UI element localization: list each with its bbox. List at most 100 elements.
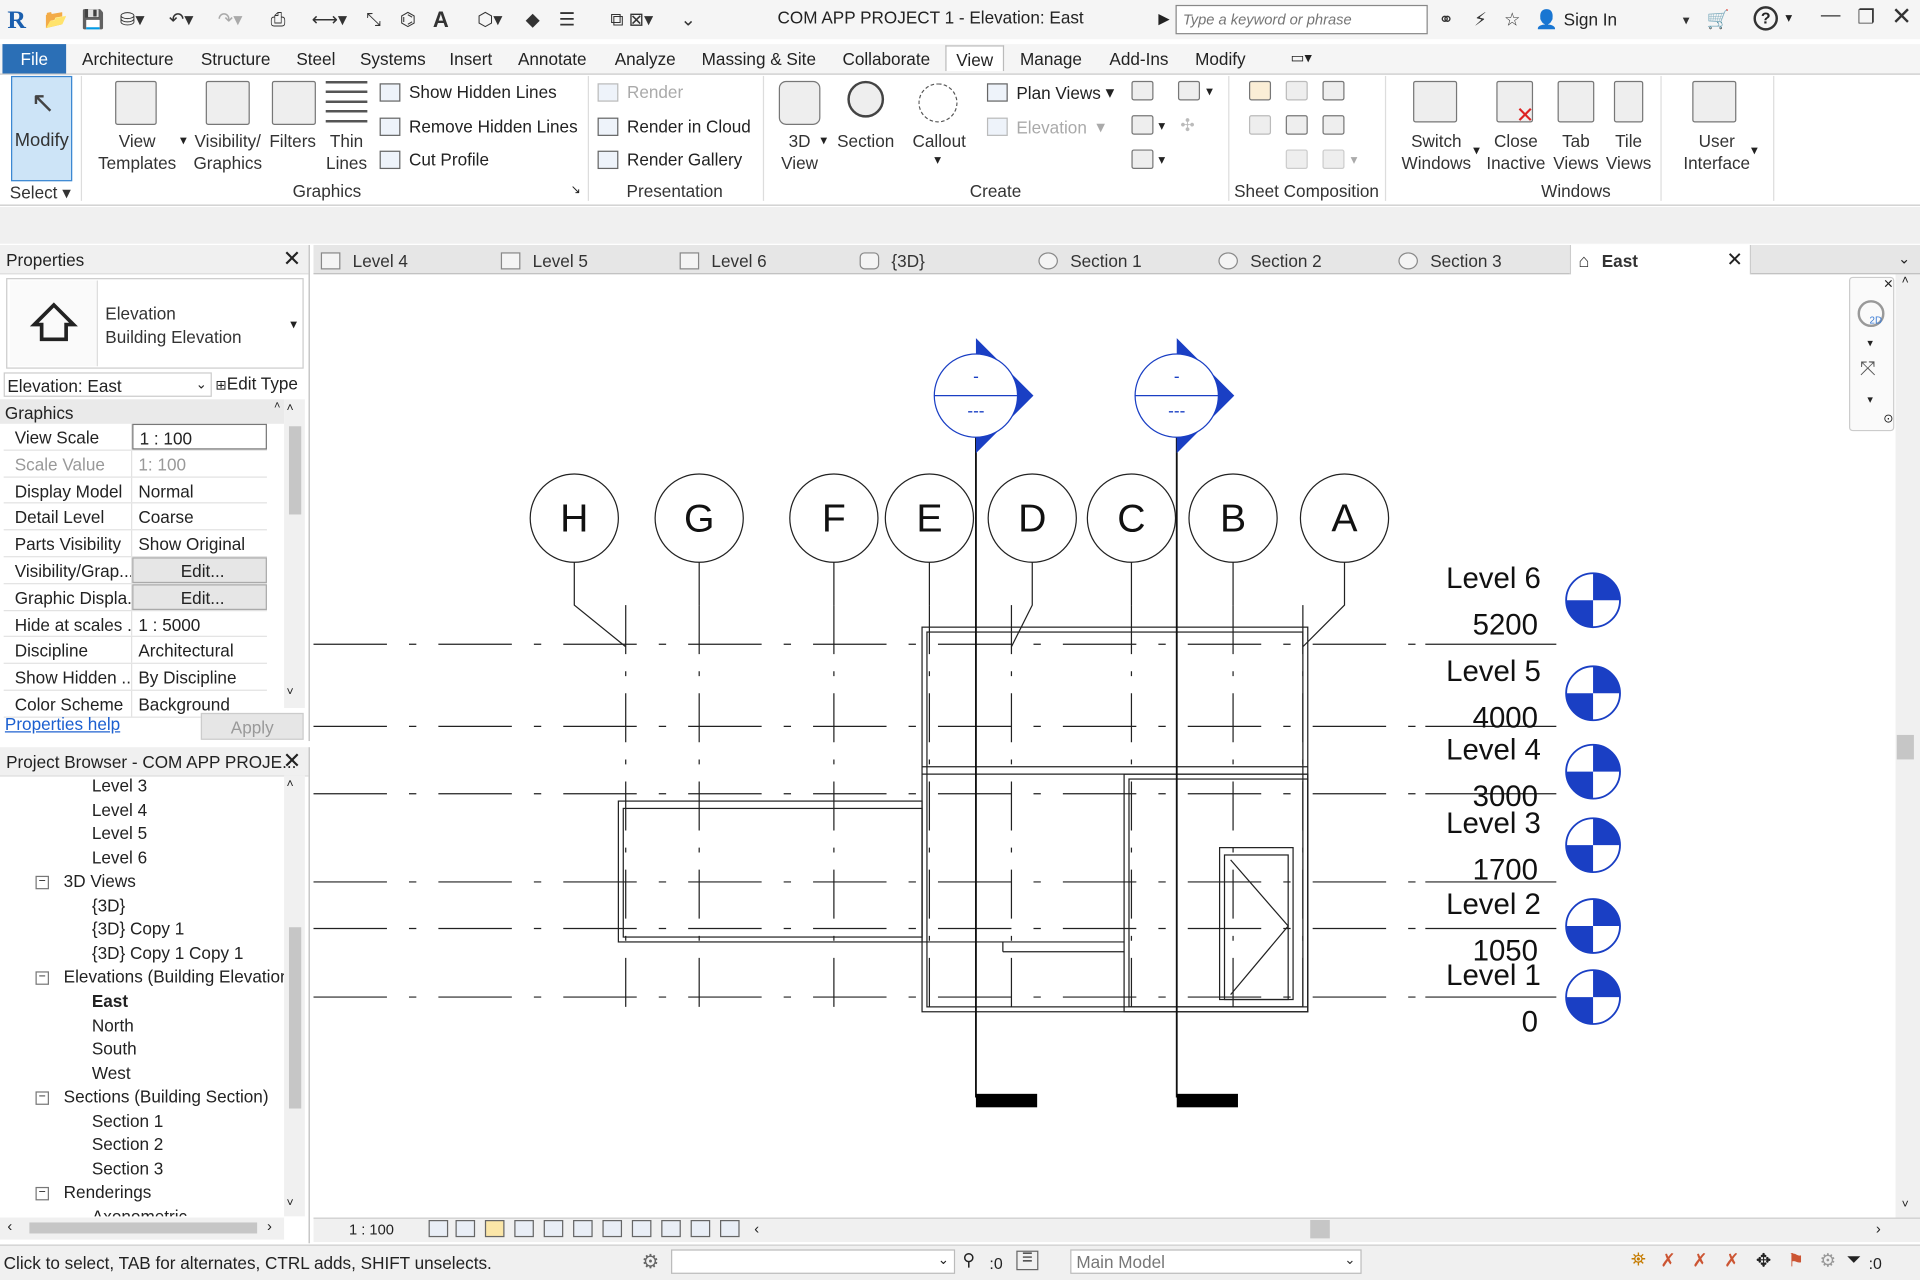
property-row[interactable]: Show Hidden ... By Discipline xyxy=(3,664,267,691)
worksharing-icon[interactable] xyxy=(690,1220,711,1238)
tree-item[interactable]: Section 1 xyxy=(92,1111,163,1131)
property-value[interactable]: 1 : 5000 xyxy=(132,611,267,636)
chevron-down-icon[interactable]: ▾ xyxy=(1206,83,1213,100)
menu-systems[interactable]: Systems xyxy=(355,48,431,74)
star-icon[interactable]: ☆ xyxy=(1499,6,1526,33)
open-icon[interactable]: 📂 xyxy=(44,6,68,33)
scroll-down-icon[interactable]: ˅ xyxy=(287,1197,294,1210)
scroll-down-icon[interactable]: ˅ xyxy=(287,686,294,699)
scroll-thumb[interactable] xyxy=(29,1222,258,1234)
close-tab-icon[interactable]: ✕ xyxy=(1727,247,1743,271)
property-value[interactable]: 1 : 100 xyxy=(132,423,267,450)
drag-elements-icon[interactable]: ✥ xyxy=(1756,1249,1771,1272)
scroll-right-icon[interactable]: › xyxy=(1876,1220,1881,1237)
menu-manage[interactable]: Manage xyxy=(1015,48,1087,74)
chevron-down-icon[interactable]: ▾ xyxy=(1867,337,1873,350)
property-row[interactable]: View Scale 1 : 100 xyxy=(3,423,267,451)
menu-annotate[interactable]: Annotate xyxy=(513,48,591,74)
render-gallery-button[interactable]: Render Gallery xyxy=(597,149,742,169)
editable-only-icon[interactable]: ⚲ xyxy=(962,1249,975,1270)
chevron-down-icon[interactable]: ▾ xyxy=(1678,6,1695,33)
redo-icon[interactable]: ↷▾ xyxy=(212,6,249,33)
render-button[interactable]: Render xyxy=(597,82,683,102)
edit-type-button[interactable]: ⊞Edit Type xyxy=(216,374,298,394)
tree-item[interactable]: West xyxy=(92,1063,131,1083)
canvas-vscroll[interactable]: ˄ ˅ xyxy=(1895,274,1920,1218)
crop-view-icon[interactable] xyxy=(543,1220,564,1238)
chevron-down-icon[interactable]: ▾ xyxy=(1351,152,1358,168)
menu-add-ins[interactable]: Add-Ins xyxy=(1104,48,1173,74)
scroll-up-icon[interactable]: ˄ xyxy=(287,402,294,415)
property-row[interactable]: Display Model Normal xyxy=(3,477,267,504)
cart-icon[interactable]: 🛒 xyxy=(1705,6,1732,33)
analytical-icon[interactable] xyxy=(720,1220,740,1238)
tab-level-6[interactable]: Level 6 xyxy=(679,247,767,274)
tree-group[interactable]: 3D Views xyxy=(64,871,136,891)
sync-icon[interactable]: ⛁▾ xyxy=(115,6,149,33)
property-value[interactable]: Show Original xyxy=(132,531,267,556)
properties-scrollbar[interactable]: ˄ ˅ xyxy=(284,399,305,708)
sheet-icon[interactable] xyxy=(1248,80,1272,101)
measure-icon[interactable]: ⟷▾ xyxy=(309,6,351,33)
tab-3d[interactable]: {3D} xyxy=(859,247,925,274)
tree-item[interactable]: North xyxy=(92,1015,134,1035)
dialog-launcher-icon[interactable]: ↘ xyxy=(571,184,581,197)
tab-east[interactable]: ⌂ East xyxy=(1578,247,1638,274)
tree-group[interactable]: Renderings xyxy=(64,1182,152,1202)
cut-profile-button[interactable]: Cut Profile xyxy=(379,149,489,169)
menu-massing-site[interactable]: Massing & Site xyxy=(697,48,821,74)
restore-icon[interactable]: ❐ xyxy=(1848,5,1885,29)
save-icon[interactable]: 💾 xyxy=(81,6,105,33)
select-pinned-icon[interactable]: ✗ xyxy=(1692,1249,1707,1272)
detail-level-icon[interactable] xyxy=(428,1220,449,1238)
tab-menu-icon[interactable]: ⌄ xyxy=(1898,250,1910,267)
options-icon[interactable]: ⊙ xyxy=(1883,413,1893,426)
property-value[interactable]: 1: 100 xyxy=(132,451,267,476)
elevation-button[interactable]: Elevation ▾ xyxy=(986,116,1105,137)
plan-views-button[interactable]: Plan Views ▾ xyxy=(986,82,1114,103)
tab-section-3[interactable]: Section 3 xyxy=(1398,247,1502,274)
filters-button[interactable]: Filters xyxy=(264,130,320,152)
property-value[interactable]: Normal xyxy=(132,477,267,502)
thin-lines-button[interactable]: Thin Lines xyxy=(321,130,372,174)
select-underlay-icon[interactable]: ✗ xyxy=(1660,1249,1675,1272)
app-logo[interactable]: R xyxy=(7,5,31,34)
edit-button[interactable]: Edit... xyxy=(132,557,267,583)
close-icon[interactable]: ✕ xyxy=(1883,1,1920,32)
tree-item[interactable]: Level 4 xyxy=(92,799,147,819)
scroll-up-icon[interactable]: ˄ xyxy=(287,778,294,791)
collapse-icon[interactable]: − xyxy=(35,1187,49,1201)
chevron-down-icon[interactable]: ▾ xyxy=(1158,152,1165,168)
tree-group[interactable]: Sections (Building Section) xyxy=(64,1087,269,1107)
tree-item[interactable]: {3D} Copy 1 Copy 1 xyxy=(92,943,244,963)
tab-level-4[interactable]: Level 4 xyxy=(320,247,408,274)
minimize-icon[interactable]: — xyxy=(1812,5,1849,27)
close-icon[interactable]: ✕ xyxy=(283,748,301,774)
menu-analyze[interactable]: Analyze xyxy=(610,48,681,74)
tree-item[interactable]: Section 2 xyxy=(92,1135,163,1155)
scroll-thumb[interactable] xyxy=(1896,734,1914,760)
sun-path-icon[interactable] xyxy=(484,1220,505,1238)
chevron-down-icon[interactable]: ▾ xyxy=(934,152,941,168)
legends-icon[interactable] xyxy=(1131,149,1154,170)
menu-file[interactable]: File xyxy=(2,44,67,74)
sign-in-link[interactable]: Sign In xyxy=(1564,10,1617,30)
chevron-down-icon[interactable]: ▾ xyxy=(1751,142,1758,158)
browser-hscroll[interactable]: ‹ › xyxy=(0,1217,285,1240)
switch-windows-icon[interactable]: ⧉ ⊠▾ xyxy=(595,6,668,33)
section-button[interactable]: Section xyxy=(833,130,899,152)
collapse-icon[interactable]: − xyxy=(35,1091,49,1106)
select-links-icon[interactable]: ⛯ xyxy=(1631,1249,1646,1270)
tree-item[interactable]: Level 3 xyxy=(92,775,147,795)
menu-collaborate[interactable]: Collaborate xyxy=(838,48,935,74)
property-value[interactable]: By Discipline xyxy=(132,664,267,689)
workset-dropdown[interactable]: ⌄ xyxy=(671,1249,956,1274)
close-icon[interactable]: ✕ xyxy=(1883,278,1893,291)
text-icon[interactable]: A xyxy=(429,6,453,33)
dimension-icon[interactable]: ⤡ xyxy=(360,6,387,33)
remove-hidden-lines-button[interactable]: Remove Hidden Lines xyxy=(379,116,578,136)
settings-icon[interactable]: ⚙ xyxy=(1820,1249,1836,1272)
hscroll-thumb[interactable] xyxy=(1310,1220,1330,1239)
tag-icon[interactable]: ⌬ xyxy=(394,6,421,33)
close-inactive-button[interactable]: Close Inactive xyxy=(1479,130,1552,174)
